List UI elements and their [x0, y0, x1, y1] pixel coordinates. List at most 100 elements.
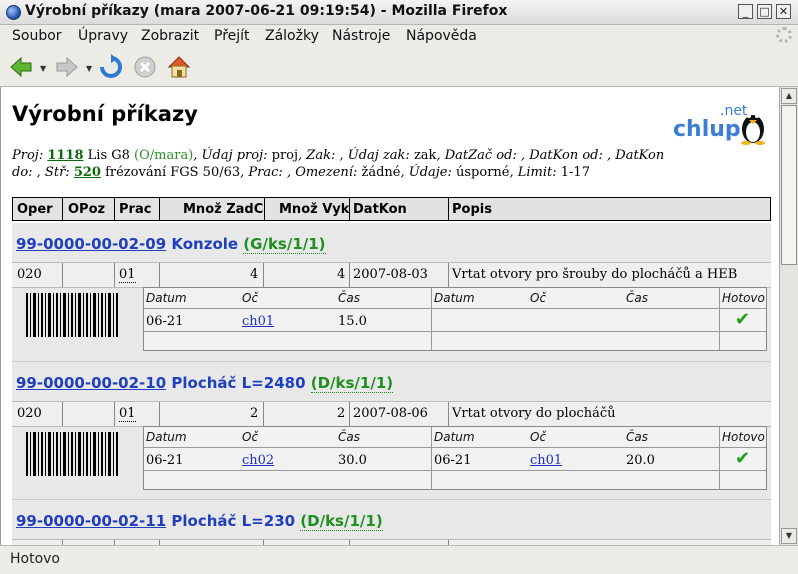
minimize-button[interactable]: _ — [738, 4, 753, 19]
col-popis[interactable]: Popis — [452, 202, 492, 217]
status-bar: Hotovo — [0, 545, 798, 574]
log-cas: 15.0 — [338, 314, 367, 329]
barcode-image — [26, 293, 118, 337]
navigation-toolbar: ▼ ▼ — [0, 48, 798, 87]
log-oc-link-2[interactable]: ch01 — [530, 453, 562, 468]
proj-owner: (O/mara) — [134, 148, 194, 163]
cell-vyk: 4 — [337, 267, 346, 282]
order-code-link[interactable]: 99-0000-00-02-10 — [16, 374, 166, 392]
limit-value: 1-17 — [556, 165, 590, 180]
sub-col-oc-2: Oč — [530, 430, 547, 444]
sub-col-cas: Čas — [338, 291, 360, 305]
prac-label: , Prac: — [240, 165, 283, 180]
back-arrow-icon[interactable] — [8, 54, 34, 80]
window-title: Výrobní příkazy (mara 2007-06-21 09:19:5… — [25, 3, 508, 19]
work-log-table: Datum Oč Čas Datum Oč Čas Hotovo 06-21 c… — [143, 426, 767, 490]
order-code-link[interactable]: 99-0000-00-02-09 — [16, 235, 166, 253]
sub-col-datum-2: Datum — [434, 430, 475, 444]
chlup-net-logo[interactable]: .net chlup — [673, 95, 773, 147]
zak-label: , Zak: — [298, 148, 336, 163]
order-title: 99-0000-00-02-11 Plocháč L=230 (D/ks/1/1… — [16, 512, 383, 531]
done-check-icon: ✔ — [735, 448, 751, 469]
order-code-link[interactable]: 99-0000-00-02-11 — [16, 512, 166, 530]
operation-row: 020 01 4 4 2007-08-03 Vrtat otvory pro š… — [12, 262, 771, 288]
order-class: (D/ks/1/1) — [310, 374, 394, 393]
cell-oper: 020 — [17, 267, 42, 282]
order-name: Konzole — [166, 235, 244, 253]
operation-row: 020 01 2 2 2007-08-06 Vrtat otvory do pl… — [12, 401, 771, 427]
str-link[interactable]: 520 — [74, 165, 101, 180]
cell-prac[interactable]: 01 — [119, 406, 136, 422]
log-datum-2: 06-21 — [434, 453, 472, 468]
sub-col-oc: Oč — [242, 430, 259, 444]
omezeni-value: žádné — [357, 165, 401, 180]
sub-col-oc-2: Oč — [530, 291, 547, 305]
forward-arrow-icon[interactable] — [54, 54, 80, 80]
vertical-scrollbar[interactable]: ▲ ▼ — [779, 87, 798, 545]
menu-upravy[interactable]: Úpravy — [78, 28, 128, 44]
close-button[interactable]: ✕ — [776, 4, 791, 19]
col-mnoz-vyk[interactable]: Množ Vyk — [279, 202, 349, 217]
udaj-proj-value: proj — [267, 148, 299, 163]
stop-icon[interactable] — [132, 54, 158, 80]
omezeni-label: , Omezení: — [286, 165, 358, 180]
col-oper[interactable]: Oper — [17, 202, 53, 217]
order-title: 99-0000-00-02-10 Plocháč L=2480 (D/ks/1/… — [16, 374, 394, 393]
scroll-down-icon[interactable]: ▼ — [781, 528, 797, 544]
menu-zalozky[interactable]: Záložky — [265, 28, 319, 44]
order-section: 99-0000-00-02-11 Plocháč L=230 (D/ks/1/1… — [12, 499, 771, 545]
menu-napoveda[interactable]: Nápověda — [406, 28, 477, 44]
limit-label: , Limit: — [509, 165, 557, 180]
cell-datkon: 2007-08-06 — [353, 406, 428, 421]
sub-col-datum-2: Datum — [434, 291, 475, 305]
reload-icon[interactable] — [98, 54, 124, 80]
proj-name: Lis G8 — [83, 148, 135, 163]
tux-penguin-icon — [741, 114, 765, 145]
str-label: , Stř: — [36, 165, 70, 180]
cell-zad: 2 — [250, 406, 259, 421]
udaj-zak-label: , Údaj zak: — [339, 148, 410, 163]
log-datum: 06-21 — [146, 314, 184, 329]
order-name: Plocháč L=2480 — [166, 374, 311, 392]
cell-prac[interactable]: 01 — [119, 267, 136, 283]
done-check-icon: ✔ — [735, 309, 751, 330]
sub-col-oc: Oč — [242, 291, 259, 305]
udaj-zak-value: zak — [409, 148, 437, 163]
scroll-thumb[interactable] — [781, 105, 797, 265]
datzac-label: , DatZač od: — [436, 148, 517, 163]
udaje-label: , Údaje: — [400, 165, 452, 180]
menu-zobrazit[interactable]: Zobrazit — [141, 28, 199, 44]
log-oc-link[interactable]: ch01 — [242, 314, 274, 329]
order-section: 99-0000-00-02-10 Plocháč L=2480 (D/ks/1/… — [12, 361, 771, 500]
col-opoz[interactable]: OPoz — [68, 202, 105, 217]
cell-zad: 4 — [250, 267, 259, 282]
menu-bar: Soubor Úpravy Zobrazit Přejít Záložky Ná… — [0, 25, 798, 47]
log-cas-2: 20.0 — [626, 453, 655, 468]
status-text: Hotovo — [10, 551, 60, 567]
col-datkon[interactable]: DatKon — [353, 202, 407, 217]
forward-dropdown-icon[interactable]: ▼ — [86, 64, 92, 73]
menu-soubor[interactable]: Soubor — [12, 28, 62, 44]
sub-col-datum: Datum — [146, 291, 187, 305]
col-mnoz-zadc[interactable]: Množ ZadC — [183, 202, 263, 217]
sub-col-cas: Čas — [338, 430, 360, 444]
col-prac[interactable]: Prac — [119, 202, 151, 217]
filter-info: Proj: 1118 Lis G8 (O/mara), Údaj proj: p… — [12, 147, 672, 181]
log-oc-link[interactable]: ch02 — [242, 453, 274, 468]
menu-prejit[interactable]: Přejít — [214, 28, 250, 44]
menu-nastroje[interactable]: Nástroje — [332, 28, 390, 44]
firefox-globe-icon — [6, 5, 21, 20]
maximize-button[interactable]: □ — [757, 4, 772, 19]
back-dropdown-icon[interactable]: ▼ — [40, 64, 46, 73]
proj-link[interactable]: 1118 — [47, 148, 83, 163]
home-icon[interactable] — [166, 54, 192, 80]
log-datum: 06-21 — [146, 453, 184, 468]
scroll-up-icon[interactable]: ▲ — [781, 88, 797, 104]
sub-col-cas-2: Čas — [626, 430, 648, 444]
datkon-label: , DatKon od: — [520, 148, 603, 163]
sub-col-cas-2: Čas — [626, 291, 648, 305]
order-title: 99-0000-00-02-09 Konzole (G/ks/1/1) — [16, 235, 326, 254]
sub-col-datum: Datum — [146, 430, 187, 444]
browser-window: Výrobní příkazy (mara 2007-06-21 09:19:5… — [0, 0, 798, 574]
proj-label: Proj: — [12, 148, 44, 163]
